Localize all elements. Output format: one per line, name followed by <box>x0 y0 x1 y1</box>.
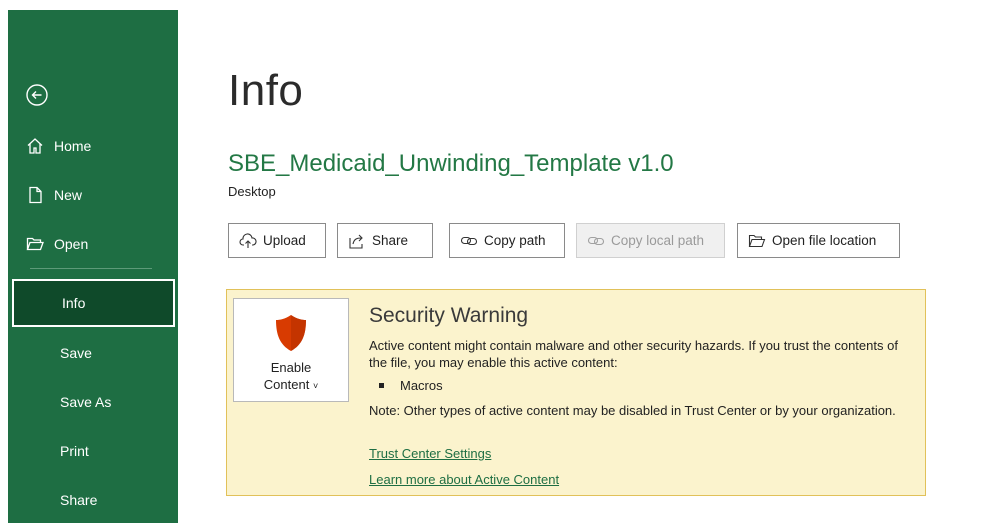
share-button[interactable]: Share <box>337 223 433 258</box>
shield-icon <box>276 315 306 351</box>
open-folder-icon <box>24 233 46 255</box>
enable-content-line2-text: Content <box>263 377 310 392</box>
nav-open[interactable]: Open <box>8 224 178 264</box>
upload-cloud-icon <box>239 232 257 248</box>
nav-save[interactable]: Save <box>8 333 178 373</box>
folder-open-icon <box>748 234 766 247</box>
back-arrow-circle-icon <box>26 84 48 106</box>
nav-save-label: Save <box>60 345 92 361</box>
nav-home-label: Home <box>54 138 92 154</box>
upload-button[interactable]: Upload <box>228 223 326 258</box>
enable-content-button[interactable]: Enable Content ˅ <box>233 298 349 402</box>
nav-home[interactable]: Home <box>8 126 178 166</box>
enable-content-line1: Enable <box>270 360 312 375</box>
nav-open-label: Open <box>54 236 89 252</box>
bullet-macros-label: Macros <box>400 378 443 393</box>
security-warning-text: Active content might contain malware and… <box>369 338 898 370</box>
bullet-icon <box>379 383 384 388</box>
page-title: Info <box>228 66 304 115</box>
security-warning-note: Note: Other types of active content may … <box>369 403 896 418</box>
copy-path-button-label: Copy path <box>484 233 546 248</box>
new-document-icon <box>24 184 46 206</box>
chevron-down-icon: ˅ <box>312 381 319 391</box>
security-warning-panel: Enable Content ˅ Security Warning Active… <box>226 289 926 496</box>
backstage-sidebar: Home New Open Info Save Save As Print Sh… <box>8 10 178 523</box>
share-button-label: Share <box>372 233 409 248</box>
nav-save-as-label: Save As <box>60 394 112 410</box>
enable-content-line2: Content ˅ <box>234 376 348 395</box>
trust-center-settings-link[interactable]: Trust Center Settings <box>369 446 491 461</box>
file-name: SBE_Medicaid_Unwinding_Template v1.0 <box>228 150 674 177</box>
open-file-location-button[interactable]: Open file location <box>737 223 900 258</box>
file-location: Desktop <box>228 184 276 199</box>
copy-path-button[interactable]: Copy path <box>449 223 565 258</box>
copy-local-path-button[interactable]: Copy local path <box>576 223 725 258</box>
nav-share-label: Share <box>60 492 98 508</box>
nav-print[interactable]: Print <box>8 431 178 471</box>
nav-divider <box>30 268 152 269</box>
nav-new[interactable]: New <box>8 175 178 215</box>
nav-print-label: Print <box>60 443 89 459</box>
nav-save-as[interactable]: Save As <box>8 382 178 422</box>
home-icon <box>24 135 46 157</box>
link-icon <box>587 236 605 245</box>
link-icon <box>460 236 478 245</box>
learn-more-active-content-link[interactable]: Learn more about Active Content <box>369 472 559 487</box>
share-icon <box>349 234 363 249</box>
nav-info-label: Info <box>62 295 86 311</box>
bullet-macros: Macros <box>379 378 443 393</box>
enable-content-label: Enable Content ˅ <box>234 359 348 395</box>
back-button[interactable] <box>24 82 50 108</box>
open-file-location-button-label: Open file location <box>772 233 877 248</box>
upload-button-label: Upload <box>263 233 306 248</box>
nav-new-label: New <box>54 187 83 203</box>
nav-share[interactable]: Share <box>8 480 178 520</box>
copy-local-path-button-label: Copy local path <box>611 233 705 248</box>
security-warning-title: Security Warning <box>369 304 529 327</box>
nav-info[interactable]: Info <box>12 279 175 327</box>
